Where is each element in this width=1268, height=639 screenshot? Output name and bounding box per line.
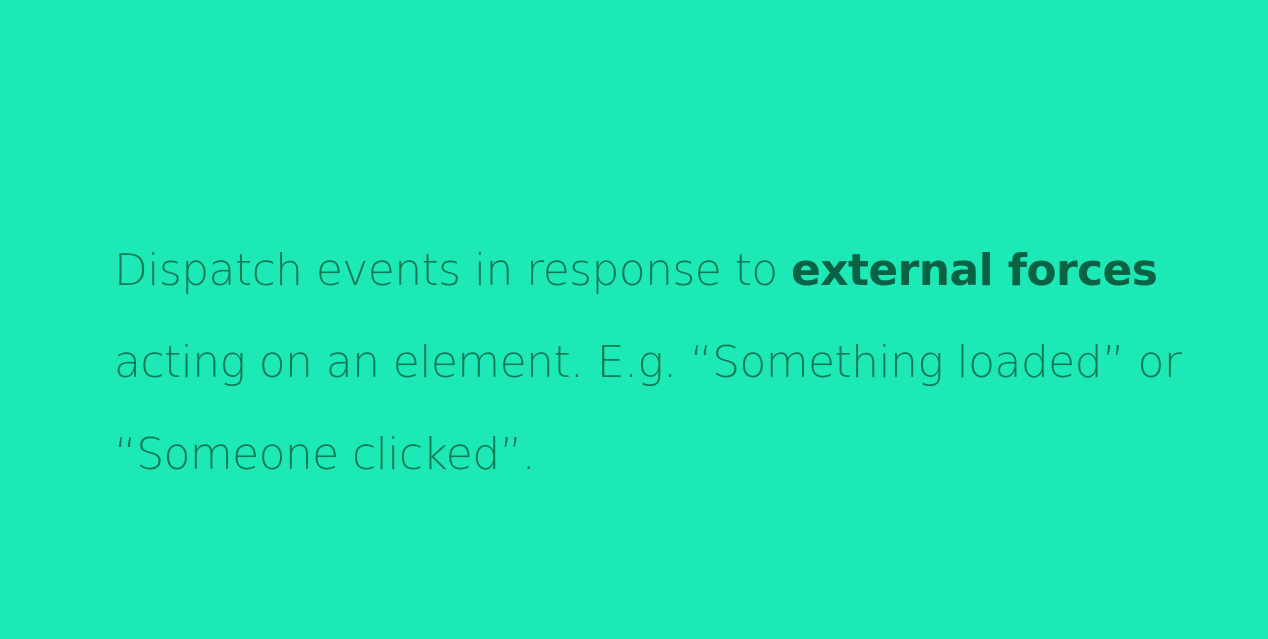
slide: Dispatch events in response to external … [0, 0, 1268, 639]
statement-text: Dispatch events in response to external … [114, 225, 1234, 501]
statement-line-3: “Someone clicked”. [114, 429, 536, 480]
statement-line-2: acting on an element. E.g. “Something lo… [114, 337, 1182, 388]
statement-line-1-regular: Dispatch events in response to [114, 245, 791, 296]
statement-emphasis: external forces [790, 245, 1158, 296]
statement-line-1: Dispatch events in response to external … [114, 225, 1234, 317]
